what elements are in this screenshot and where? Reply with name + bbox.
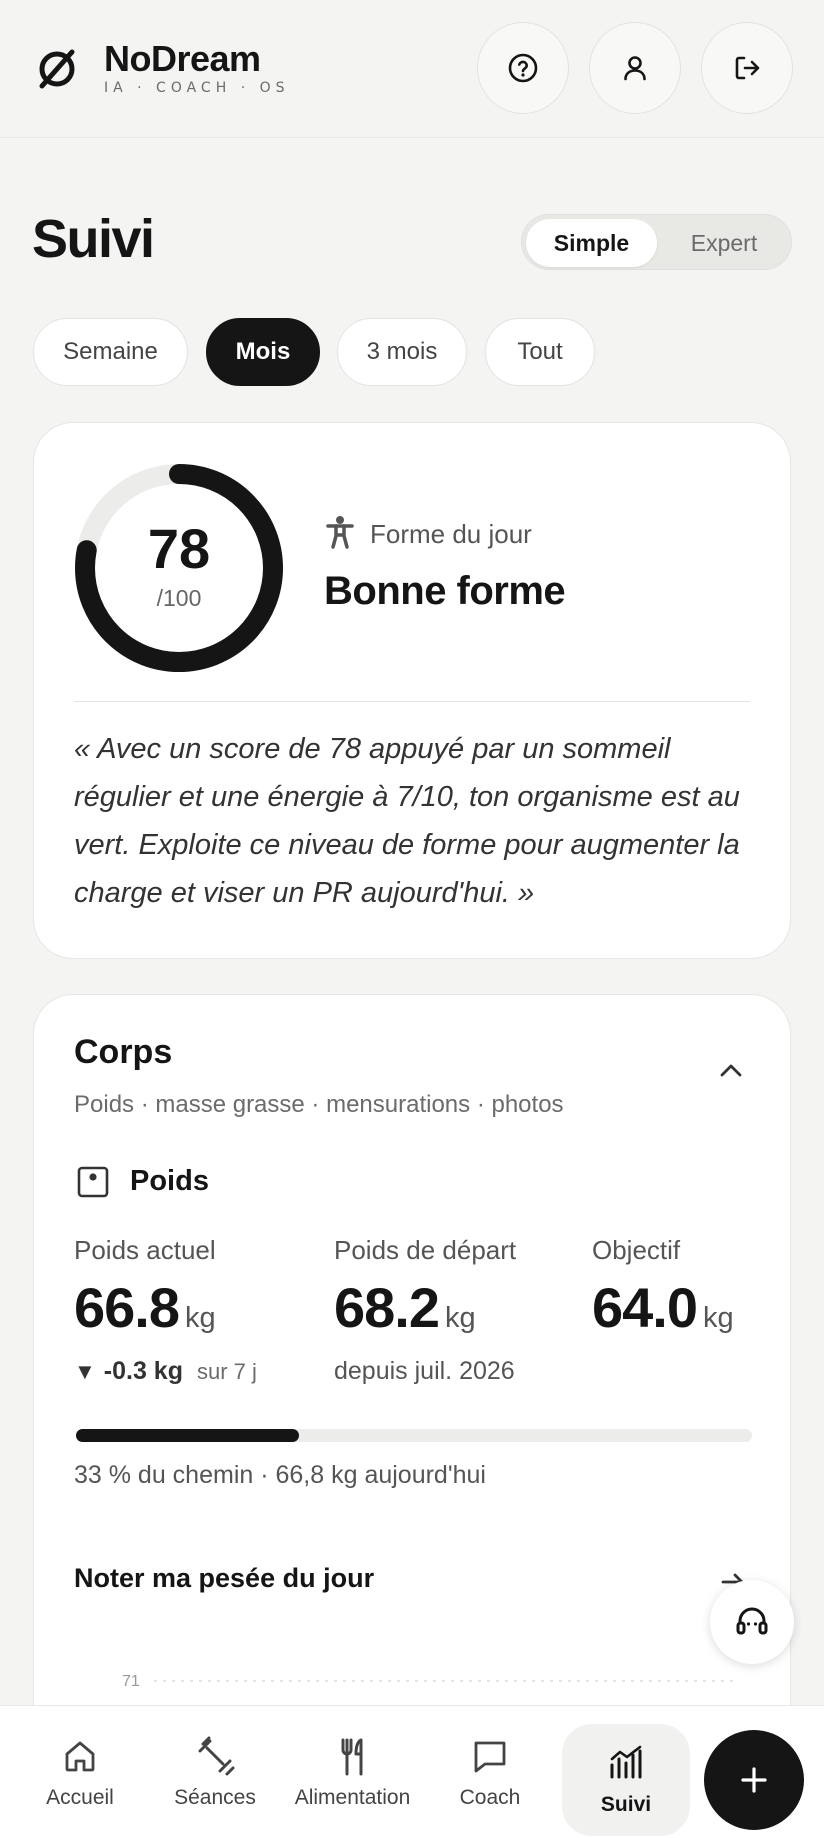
chart-icon <box>610 1745 642 1779</box>
weight-progress-bar <box>76 1429 752 1442</box>
mode-expert-button[interactable]: Expert <box>659 219 789 267</box>
nav-tracking[interactable]: Suivi <box>562 1724 690 1836</box>
start-weight-value: 68.2 kg <box>334 1276 476 1339</box>
help-button[interactable] <box>477 22 569 114</box>
chat-icon <box>474 1741 506 1772</box>
mode-toggle: Simple Expert <box>521 214 792 270</box>
form-score-max: /100 <box>156 585 202 611</box>
weight-delta: ▼ -0.3 kg sur 7 j <box>74 1357 257 1385</box>
weight-progress-fill <box>76 1429 300 1442</box>
body-section-title: Corps <box>74 1033 173 1071</box>
form-score: 78 <box>147 517 211 580</box>
current-weight-label: Poids actuel <box>74 1235 216 1265</box>
goal-weight-label: Objectif <box>592 1235 681 1265</box>
start-date-text: depuis juil. 2026 <box>334 1357 515 1385</box>
goal-weight-value: 64.0 kg <box>592 1276 734 1339</box>
nav-home[interactable]: Accueil <box>20 1706 140 1838</box>
chart-tick-label: 71 <box>122 1673 140 1690</box>
user-icon <box>624 56 646 81</box>
brand-tagline: IA · COACH · OS <box>104 80 290 96</box>
app-header: NoDream IA · COACH · OS <box>0 0 824 138</box>
triangle-down-icon: ▼ <box>74 1359 96 1384</box>
range-all-pill[interactable]: Tout <box>485 318 595 386</box>
body-section-subtitle: Poids · masse grasse · mensurations · ph… <box>74 1091 564 1118</box>
form-label: Forme du jour <box>370 519 532 549</box>
scale-icon <box>77 1166 109 1198</box>
range-week-pill[interactable]: Semaine <box>33 318 188 386</box>
nav-coach[interactable]: Coach <box>430 1706 550 1838</box>
headset-icon <box>736 1607 768 1635</box>
person-icon <box>326 516 354 549</box>
divider <box>74 701 750 702</box>
logout-button[interactable] <box>701 22 793 114</box>
range-month-pill[interactable]: Mois <box>206 318 320 386</box>
profile-button[interactable] <box>589 22 681 114</box>
start-weight-label: Poids de départ <box>334 1235 517 1265</box>
bottom-nav: Accueil Séances Alimentation Coach Suivi <box>0 1705 824 1838</box>
logout-icon <box>735 56 760 80</box>
coach-quote: « Avec un score de 78 appuyé par un somm… <box>74 733 740 909</box>
weight-title: Poids <box>130 1165 209 1197</box>
mode-simple-button[interactable]: Simple <box>526 219 657 267</box>
support-chat-button[interactable] <box>710 1580 794 1664</box>
nav-nutrition[interactable]: Alimentation <box>285 1706 420 1838</box>
weight-chart: 71 <box>74 1655 750 1695</box>
log-weight-button[interactable]: Noter ma pesée du jour <box>74 1563 374 1594</box>
range-3months-pill[interactable]: 3 mois <box>337 318 467 386</box>
current-weight-value: 66.8 kg <box>74 1276 216 1339</box>
nav-sessions[interactable]: Séances <box>155 1706 275 1838</box>
brand-name: NoDream <box>104 38 261 79</box>
page-title: Suivi <box>32 209 155 269</box>
dumbbell-icon <box>198 1736 235 1775</box>
null-set-icon <box>39 49 75 89</box>
plus-icon <box>741 1767 767 1793</box>
weight-progress-text: 33 % du chemin · 66,8 kg aujourd'hui <box>74 1461 486 1489</box>
utensils-icon <box>341 1738 362 1775</box>
form-status: Bonne forme <box>324 569 566 613</box>
chevron-up-icon[interactable] <box>716 1055 746 1085</box>
home-icon <box>65 1741 95 1771</box>
add-entry-button[interactable] <box>704 1730 804 1830</box>
help-circle-icon <box>508 53 538 83</box>
form-card: 78 /100 Forme du jour Bonne forme « Avec… <box>33 422 791 959</box>
